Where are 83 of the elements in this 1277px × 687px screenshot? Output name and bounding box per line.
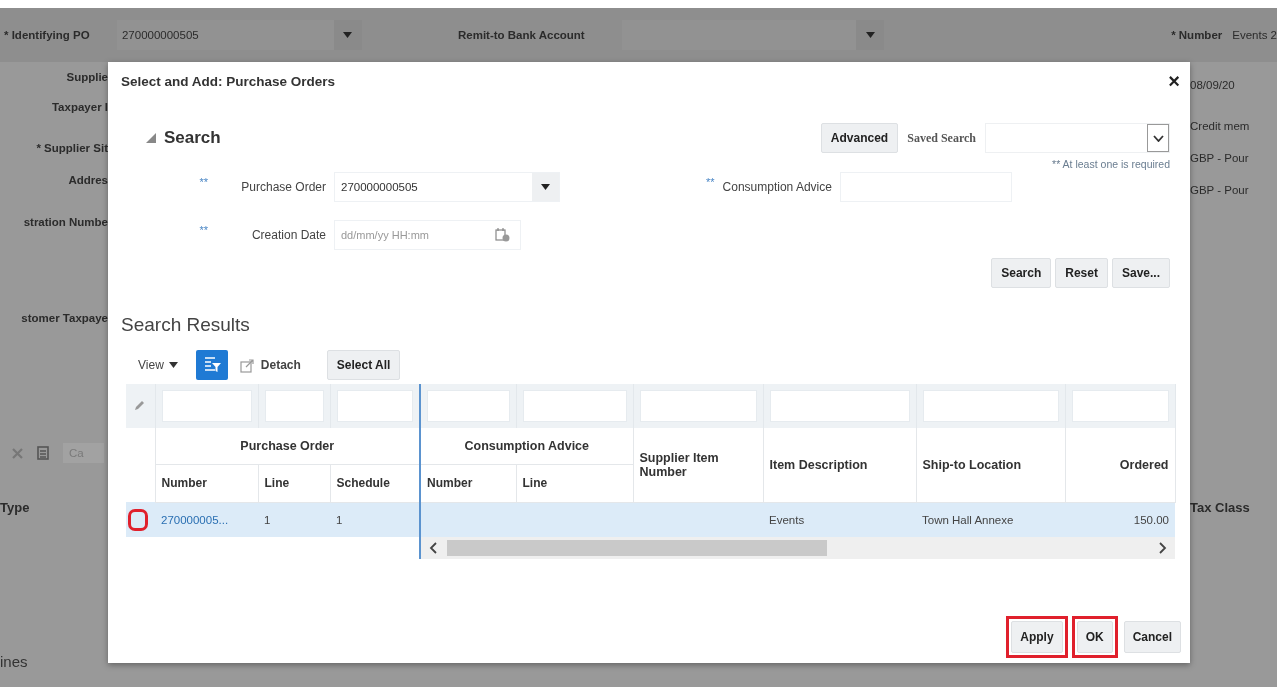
field-value: Credit mem [1190, 119, 1250, 134]
filter-field[interactable] [336, 390, 413, 422]
caret-icon [168, 362, 178, 368]
close-icon[interactable] [12, 447, 23, 459]
date-field[interactable]: dd/mm/yy HH:mm [334, 220, 521, 250]
horizontal-scrollbar[interactable] [421, 537, 1175, 559]
search-form-button[interactable]: Reset [1055, 258, 1108, 288]
field-value: 08/09/20 [1190, 78, 1235, 93]
required-note: ** At least one is required [1052, 158, 1170, 170]
column-header[interactable]: Number [155, 464, 258, 502]
filter-field[interactable] [161, 390, 252, 422]
dialog-title: Select and Add: Purchase Orders [121, 73, 336, 89]
table-cell: 1 [336, 513, 343, 526]
view-menu[interactable]: View [138, 358, 178, 372]
filter-field[interactable] [522, 390, 627, 422]
field-label: * Number [1170, 29, 1223, 41]
scrollbar-thumb[interactable] [447, 540, 827, 556]
field-label: Creation Date [250, 228, 326, 242]
advanced-button[interactable]: Advanced [820, 123, 899, 153]
field-label: Supplie [66, 70, 108, 85]
required-mark: ** [198, 224, 208, 236]
detach-icon [239, 357, 255, 373]
field-label: Purchase Order [240, 180, 326, 194]
column-header[interactable]: Supplier Item Number [633, 428, 763, 502]
document-icon[interactable] [37, 446, 49, 460]
required-mark: ** [198, 176, 208, 188]
detach-button[interactable]: Detach [235, 357, 305, 373]
purchase-order-field[interactable]: 270000000505 [334, 172, 560, 202]
dialog-button[interactable]: OK [1076, 621, 1113, 653]
scroll-left-icon[interactable] [429, 542, 437, 554]
search-form-button[interactable]: Search [991, 258, 1052, 288]
required-mark: ** [706, 176, 715, 188]
dropdown-icon [541, 184, 550, 190]
field-label: stomer Taxpaye [21, 311, 108, 326]
filter-field[interactable] [769, 390, 910, 422]
column-header[interactable]: Item Description [763, 428, 916, 502]
section-heading: ines [0, 654, 28, 670]
select-all-button[interactable]: Select All [326, 350, 401, 380]
table-cell: 1 [264, 513, 271, 526]
filter-field[interactable] [1071, 390, 1169, 422]
field-value: GBP - Pour [1190, 151, 1249, 166]
filter-field[interactable] [264, 390, 324, 422]
calendar-icon[interactable] [495, 228, 510, 242]
chevron-down-icon [1152, 134, 1164, 142]
dialog-button[interactable]: Cancel [1123, 621, 1181, 653]
search-form-button[interactable]: Save... [1111, 258, 1170, 288]
column-group-header: Consumption Advice [420, 428, 633, 464]
table-cell: 150.00 [1133, 513, 1169, 526]
table-cell: Events [769, 513, 805, 526]
filter-icon[interactable] [195, 350, 228, 380]
close-button[interactable]: × [1166, 72, 1182, 90]
bank-account-field[interactable] [621, 20, 885, 50]
table-cell: Town Hall Annexe [922, 513, 1014, 526]
po-field[interactable]: 270000000505 [116, 20, 362, 50]
field-label: Remit-to Bank Account [457, 29, 586, 41]
scroll-right-icon[interactable] [1159, 542, 1167, 554]
dropdown-icon [865, 32, 875, 38]
field-label: Taxpayer I [51, 100, 108, 115]
section-heading: Search [164, 128, 221, 148]
pencil-icon[interactable] [134, 398, 147, 411]
column-header[interactable]: Ordered [1065, 428, 1175, 502]
dropdown-icon [343, 32, 353, 38]
field-label: * Identifying PO [4, 29, 91, 41]
field-label: Addres [68, 173, 108, 188]
field-label: stration Numbe [23, 215, 108, 230]
field-label: Saved Search [907, 130, 976, 146]
column-header: Tax Class [1190, 500, 1250, 516]
dialog-button[interactable]: Apply [1011, 621, 1063, 653]
field-label: Consumption Advice [722, 180, 832, 194]
column-header: Type [0, 500, 30, 516]
column-header[interactable]: Line [258, 464, 330, 502]
column-header[interactable]: Ship-to Location [916, 428, 1065, 502]
filter-field[interactable] [922, 390, 1059, 422]
filter-field[interactable] [427, 390, 510, 422]
section-heading: Search Results [121, 314, 251, 336]
collapse-icon[interactable] [146, 133, 156, 143]
filter-field[interactable] [639, 390, 757, 422]
field-value: GBP - Pour [1190, 183, 1249, 198]
column-header[interactable]: Schedule [330, 464, 420, 502]
field-label: * Supplier Sit [36, 141, 108, 156]
column-header[interactable]: Line [516, 464, 633, 502]
column-group-header: Purchase Order [155, 428, 420, 464]
saved-search-select[interactable] [985, 123, 1170, 153]
